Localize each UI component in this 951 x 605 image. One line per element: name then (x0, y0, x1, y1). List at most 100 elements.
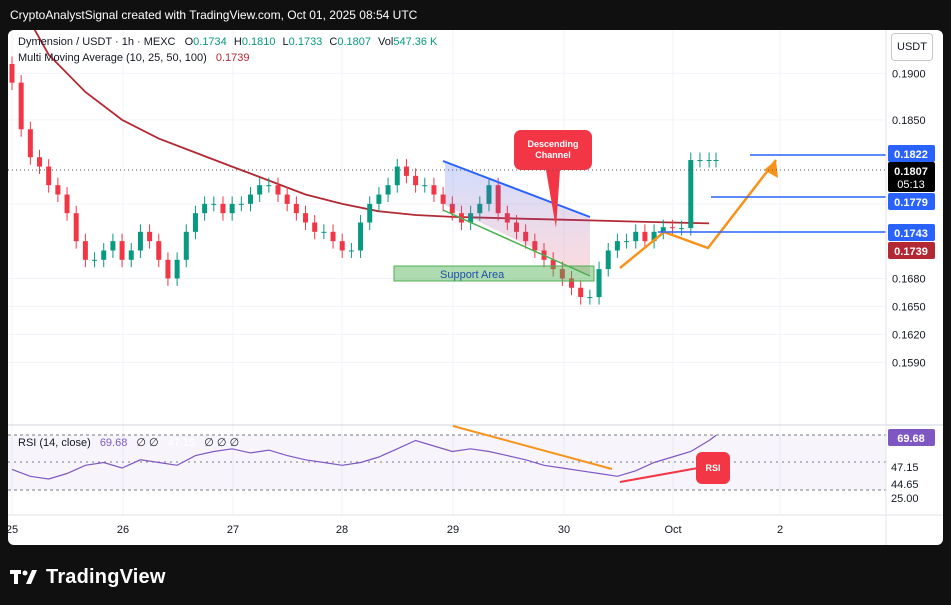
candle-38 (358, 222, 364, 251)
candle-20 (192, 213, 198, 232)
legend-h-label: H (234, 36, 242, 48)
time-axis[interactable]: 25 26 27 28 29 30 Oct 2 (8, 524, 783, 536)
legend-line-1: Dymension / USDT · 1h · MEXC O0.1734 H0.… (18, 36, 438, 48)
legend-rsi-label: RSI (14, close) (18, 437, 91, 449)
candle-62 (578, 287, 584, 298)
legend-rsi-value2: 47.15 (168, 437, 196, 449)
candle-36 (339, 241, 345, 251)
footer-brand: TradingView (10, 562, 166, 592)
candle-23 (220, 203, 226, 214)
legend-vol-label: Vol (378, 36, 393, 48)
candle-63 (587, 297, 593, 299)
legend-rsi-extra: ∅ ∅ (136, 437, 158, 449)
badge-1739: 0.1739 (894, 246, 928, 258)
candle-24 (229, 203, 235, 214)
candle-32 (303, 213, 309, 223)
candle-19 (183, 231, 189, 260)
rsi-badge-44: 44.65 (891, 479, 919, 491)
legend-line-2: Multi Moving Average (10, 25, 50, 100) 0… (18, 52, 249, 64)
badge-1822: 0.1822 (894, 149, 928, 161)
currency-button[interactable]: USDT (891, 33, 933, 61)
rsi-badge-47: 47.15 (891, 462, 919, 474)
channel-callout-line2: Channel (535, 150, 571, 160)
candle-2 (27, 129, 33, 158)
candle-33 (312, 222, 318, 232)
candle-77 (713, 160, 719, 162)
candles-group (9, 56, 719, 305)
caption-text: CryptoAnalystSignal created with Trading… (10, 8, 418, 22)
time-tick-5: 30 (558, 524, 570, 536)
rsi-note-text: RSI (705, 463, 720, 473)
badge-last-price: 0.1807 (894, 166, 928, 178)
candle-66 (614, 241, 620, 251)
channel-fill (445, 162, 590, 276)
candle-12 (119, 241, 125, 260)
candle-29 (275, 185, 281, 195)
legend-c-label: C (329, 36, 337, 48)
time-tick-3: 28 (336, 524, 348, 536)
legend-rsi-value: 69.68 (100, 437, 128, 449)
candle-7 (73, 213, 79, 242)
time-tick-4: 29 (447, 524, 459, 536)
projection-arrows (619, 159, 778, 269)
candle-1 (18, 82, 24, 130)
badge-countdown: 05:13 (897, 179, 925, 191)
candle-0 (9, 63, 15, 83)
candle-15 (147, 231, 153, 242)
legend-ma-value: 0.1739 (216, 52, 250, 64)
candle-67 (624, 241, 630, 243)
candle-28 (266, 185, 272, 187)
candle-43 (403, 166, 409, 176)
rsi-badge-69: 69.68 (897, 433, 925, 445)
time-tick-7: 2 (777, 524, 783, 536)
candle-26 (247, 194, 253, 204)
candle-45 (422, 185, 428, 187)
candle-73 (679, 228, 685, 230)
candle-42 (394, 166, 400, 186)
legend-c-value: 0.1807 (337, 36, 371, 48)
time-tick-2: 27 (227, 524, 239, 536)
candle-76 (706, 160, 712, 162)
brand-name: TradingView (46, 565, 166, 588)
candle-25 (238, 203, 244, 205)
legend-symbol: Dymension / USDT · 1h · MEXC (18, 36, 176, 48)
candle-3 (37, 157, 43, 167)
legend-vol-value: 547.36 K (393, 36, 438, 48)
rsi-axis-25: 25.00 (891, 493, 919, 505)
legend-rsi-extra2: ∅ ∅ ∅ (204, 437, 239, 449)
time-tick-0: 25 (8, 524, 18, 536)
price-tick-4: 0.1650 (892, 301, 926, 313)
price-axis[interactable]: 0.19000.18500.17600.16800.16500.16200.15… (892, 68, 926, 369)
time-tick-1: 26 (117, 524, 129, 536)
candle-69 (642, 231, 648, 242)
candle-10 (101, 250, 107, 260)
rsi-pane: RSI (8, 425, 886, 491)
price-tick-3: 0.1680 (892, 273, 926, 285)
projection-arrowhead (764, 160, 778, 178)
tradingview-logo-icon (10, 570, 37, 584)
candle-9 (92, 259, 98, 261)
top-caption-bar: CryptoAnalystSignal created with Trading… (0, 0, 951, 30)
candle-17 (165, 259, 171, 279)
price-tick-6: 0.1590 (892, 357, 926, 369)
legend-l-value: 0.1733 (289, 36, 323, 48)
candle-41 (385, 185, 391, 195)
candle-47 (440, 194, 446, 204)
candle-30 (284, 194, 290, 204)
candle-72 (669, 227, 675, 229)
legend: Dymension / USDT · 1h · MEXC O0.1734 H0.… (18, 36, 438, 449)
candle-21 (202, 203, 208, 214)
chart-frame[interactable]: Support Area Descending Channel RSI 0.19… (8, 30, 943, 545)
candle-34 (321, 231, 327, 233)
candle-18 (174, 259, 180, 279)
badge-1779: 0.1779 (894, 197, 928, 209)
rsi-badges: 69.68 47.15 44.65 25.00 (888, 429, 935, 505)
candle-37 (348, 250, 354, 252)
legend-h-value: 0.1810 (242, 36, 276, 48)
candle-35 (330, 231, 336, 242)
support-label: Support Area (440, 269, 505, 281)
candle-31 (293, 203, 299, 214)
chart-canvas[interactable]: Support Area Descending Channel RSI 0.19… (8, 30, 943, 545)
candle-11 (110, 241, 116, 251)
candle-8 (82, 241, 88, 260)
